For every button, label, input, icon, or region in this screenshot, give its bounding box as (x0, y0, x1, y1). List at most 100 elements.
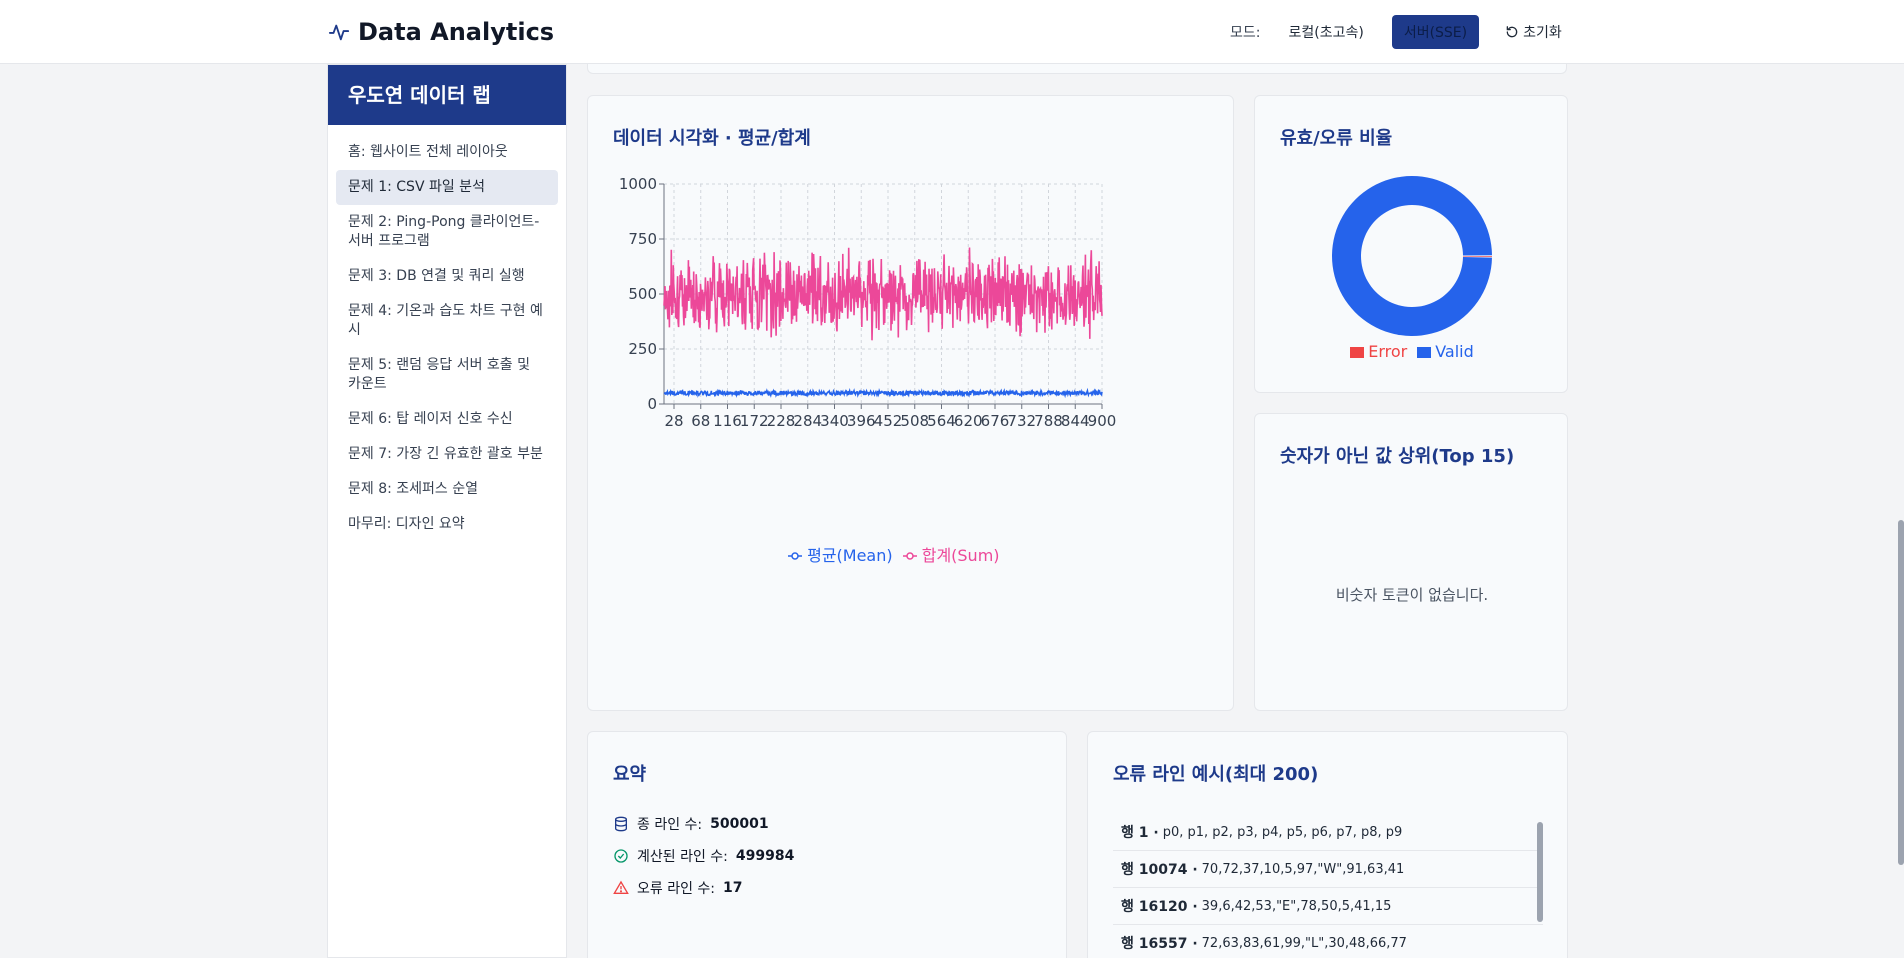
donut-slice-error (1462, 256, 1492, 257)
x-tick-label: 620 (954, 412, 983, 430)
legend-error-label: Error (1368, 342, 1408, 361)
sidebar-item-problem-4[interactable]: 문제 4: 기온과 습도 차트 구현 예시 (336, 294, 558, 348)
sidebar-title: 우도연 데이터 랩 (328, 65, 566, 125)
x-tick-label: 28 (664, 412, 683, 430)
x-tick-label: 900 (1088, 412, 1117, 430)
stat-error-label: 오류 라인 수: (637, 881, 716, 897)
legend-mean-label: 평균(Mean) (807, 546, 893, 565)
error-row-line: 행 1 · (1121, 825, 1159, 841)
chart-legend: 평균(Mean) 합계(Sum) (788, 542, 1000, 566)
legend-sum-marker-icon (902, 552, 917, 560)
sidebar-item-problem-2[interactable]: 문제 2: Ping-Pong 클라이언트-서버 프로그램 (336, 205, 558, 259)
x-tick-label: 452 (874, 412, 903, 430)
error-row: 행 16120 · 39,6,42,53,"E",78,50,5,41,15 (1113, 888, 1543, 925)
sidebar-item-problem-7[interactable]: 문제 7: 가장 긴 유효한 괄호 부분 (336, 437, 558, 472)
y-tick-label: 250 (628, 340, 657, 358)
app-title: Data Analytics (358, 18, 555, 46)
sidebar-item-home[interactable]: 홈: 웹사이트 전체 레이아웃 (336, 135, 558, 170)
x-tick-label: 844 (1061, 412, 1090, 430)
y-tick-label: 750 (628, 230, 657, 248)
ratio-donut-chart[interactable] (1255, 176, 1569, 346)
sidebar-item-problem-6[interactable]: 문제 6: 탑 레이저 신호 수신 (336, 402, 558, 437)
reset-label: 초기화 (1523, 25, 1562, 41)
legend-sum[interactable]: 합계(Sum) (902, 542, 1000, 566)
x-tick-label: 788 (1034, 412, 1063, 430)
mode-local-button[interactable]: 로컬(초고속) (1276, 15, 1375, 49)
summary-title: 요약 (613, 764, 647, 785)
error-swatch-icon (1350, 347, 1365, 358)
error-lines-card: 오류 라인 예시(최대 200) 행 1 · p0, p1, p2, p3, p4… (1087, 731, 1568, 958)
ratio-legend: Error Valid (1255, 342, 1569, 361)
reset-button[interactable]: 초기화 (1495, 15, 1572, 49)
sidebar-item-problem-5[interactable]: 문제 5: 랜덤 응답 서버 호출 및 카운트 (336, 348, 558, 402)
error-row-data: p0, p1, p2, p3, p4, p5, p6, p7, p8, p9 (1162, 824, 1403, 840)
database-icon (615, 816, 627, 832)
legend-error[interactable]: Error (1350, 342, 1407, 361)
page-scrollbar[interactable] (1898, 520, 1904, 865)
check-circle-icon (614, 849, 628, 863)
ratio-card: 유효/오류 비율 Error Valid (1254, 95, 1568, 393)
error-row: 행 16557 · 72,63,83,61,99,"L",30,48,66,77 (1113, 925, 1543, 958)
legend-mean[interactable]: 평균(Mean) (788, 542, 893, 566)
valid-swatch-icon (1417, 347, 1432, 358)
x-tick-label: 396 (847, 412, 876, 430)
x-tick-label: 172 (740, 412, 769, 430)
visualization-card: 데이터 시각화 · 평균/합계 0 250 500 750 1000 28 68 116 172… (587, 95, 1234, 711)
stat-computed-value: 499984 (735, 848, 795, 864)
stat-total: 종 라인 수: 500001 (588, 808, 1066, 840)
x-tick-label: 284 (793, 412, 822, 430)
y-tick-label: 1000 (619, 175, 657, 193)
y-tick-label: 0 (647, 395, 657, 413)
sidebar-item-problem-1[interactable]: 문제 1: CSV 파일 분석 (336, 170, 558, 205)
error-row: 행 10074 · 70,72,37,10,5,97,"W",91,63,41 (1113, 851, 1543, 888)
warning-icon (613, 880, 629, 894)
stat-error-value: 17 (723, 880, 743, 896)
x-tick-label: 116 (713, 412, 742, 430)
x-tick-label: 564 (927, 412, 956, 430)
legend-mean-marker-icon (788, 552, 802, 560)
sidebar-nav: 홈: 웹사이트 전체 레이아웃 문제 1: CSV 파일 분석 문제 2: Pi… (328, 125, 566, 552)
top-bar: Data Analytics 모드: 로컬(초고속) 서버(SSE) 초기화 (0, 0, 1904, 64)
sidebar-item-problem-8[interactable]: 문제 8: 조세퍼스 순열 (336, 472, 558, 507)
mode-server-button[interactable]: 서버(SSE) (1391, 15, 1480, 49)
non-numeric-title: 숫자가 아닌 값 상위(Top 15) (1280, 446, 1515, 467)
x-tick-label: 508 (900, 412, 929, 430)
legend-valid-label: Valid (1435, 342, 1474, 361)
error-row: 행 1 · p0, p1, p2, p3, p4, p5, p6, p7, p8,… (1113, 814, 1543, 851)
error-lines-title: 오류 라인 예시(최대 200) (1113, 764, 1319, 785)
x-tick-label: 340 (820, 412, 849, 430)
visualization-title: 데이터 시각화 · 평균/합계 (613, 128, 811, 149)
error-list-scrollbar[interactable] (1537, 822, 1543, 922)
legend-valid[interactable]: Valid (1417, 342, 1474, 361)
x-tick-label: 676 (981, 412, 1010, 430)
sidebar-item-problem-3[interactable]: 문제 3: DB 연결 및 쿼리 실행 (336, 259, 558, 294)
error-row-data: 72,63,83,61,99,"L",30,48,66,77 (1201, 935, 1407, 951)
activity-icon (328, 24, 350, 41)
x-tick-label: 732 (1007, 412, 1036, 430)
line-chart[interactable]: 0250500750100028 68 1161722282843403964525… (608, 170, 1208, 490)
sidebar: 우도연 데이터 랩 홈: 웹사이트 전체 레이아웃 문제 1: CSV 파일 분… (327, 64, 567, 958)
stat-computed-label: 계산된 라인 수: (637, 849, 728, 865)
sidebar-item-summary[interactable]: 마무리: 디자인 요약 (336, 507, 558, 542)
brand[interactable]: Data Analytics (328, 18, 554, 46)
non-numeric-card: 숫자가 아닌 값 상위(Top 15) 비숫자 토큰이 없습니다. (1254, 413, 1568, 711)
error-row-data: 39,6,42,53,"E",78,50,5,41,15 (1201, 898, 1392, 914)
series-mean-line (663, 387, 1103, 399)
refresh-icon (1506, 26, 1518, 38)
stat-error: 오류 라인 수: 17 (588, 872, 1066, 904)
error-row-line: 행 16557 · (1121, 936, 1198, 952)
series-sum-line (663, 247, 1103, 341)
error-row-data: 70,72,37,10,5,97,"W",91,63,41 (1201, 861, 1405, 877)
x-tick-label: 68 (691, 412, 710, 430)
stat-computed: 계산된 라인 수: 499984 (588, 840, 1066, 872)
legend-sum-label: 합계(Sum) (921, 546, 1000, 565)
error-row-line: 행 10074 · (1121, 862, 1198, 878)
summary-card: 요약 종 라인 수: 500001 계산된 라인 수: 499984 오류 라인 수… (587, 731, 1067, 958)
stat-total-label: 종 라인 수: (637, 817, 703, 833)
y-tick-label: 500 (628, 285, 657, 303)
stat-total-value: 500001 (710, 816, 769, 832)
mode-label: 모드: (1230, 25, 1261, 41)
error-row-line: 행 16120 · (1121, 899, 1198, 915)
error-lines-list[interactable]: 행 1 · p0, p1, p2, p3, p4, p5, p6, p7, p8,… (1113, 814, 1543, 958)
mode-switch: 모드: 로컬(초고속) 서버(SSE) 초기화 (1230, 14, 1572, 50)
